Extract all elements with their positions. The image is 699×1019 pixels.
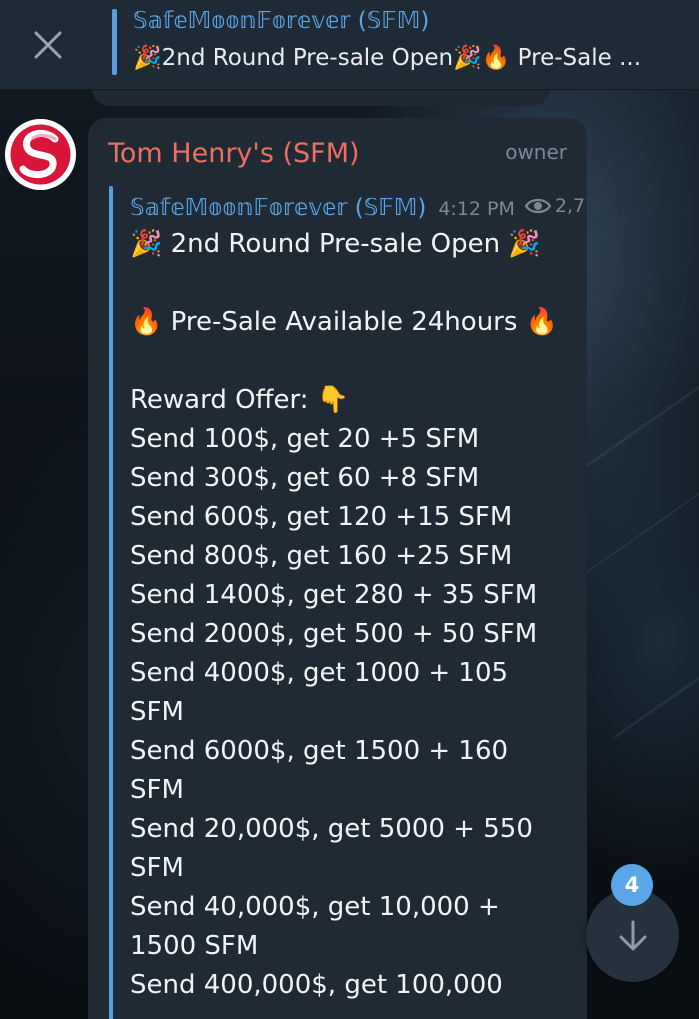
message-line [130, 342, 560, 381]
unread-count-badge: 4 [611, 864, 653, 906]
sfm-logo-icon [5, 119, 76, 190]
message-line: 🔥 Pre-Sale Available 24hours 🔥 [130, 307, 559, 337]
sender-name[interactable]: Tom Henry's (SFM) [108, 138, 360, 169]
message-line: Send 800$, get 160 +25 SFM [130, 541, 513, 571]
pinned-message-bar[interactable]: 𝕊𝕒𝕗𝕖𝕄𝕠𝕠𝕟𝔽𝕠𝕣𝕖𝕧𝕖𝕣 (𝕊𝔽𝕄) 🎉2nd Round Pre-sal… [0, 0, 699, 90]
message-line: Send 4000$, get 1000 + 105 SFM [130, 658, 509, 727]
arrow-down-icon [619, 920, 646, 950]
message-line: Send 600$, get 120 +15 SFM [130, 502, 513, 532]
eye-icon [524, 198, 551, 214]
message-line: Send 300$, get 60 +8 SFM [130, 463, 480, 493]
forward-header: 𝕊𝕒𝕗𝕖𝕄𝕠𝕠𝕟𝔽𝕠𝕣𝕖𝕧𝕖𝕣 (𝕊𝔽𝕄) 4:12 PM 2,774 [130, 195, 587, 221]
message-line: Reward Offer: 👇 [130, 385, 350, 415]
message-line: Send 1400$, get 280 + 35 SFM [130, 580, 538, 610]
view-count: 2,774 [524, 195, 587, 217]
message-line: 🎉 2nd Round Pre-sale Open 🎉 [130, 229, 541, 259]
message-time: 4:12 PM [438, 198, 515, 220]
message-line: Send 100$, get 20 +5 SFM [130, 424, 480, 454]
forward-accent-bar [109, 186, 113, 1019]
close-icon[interactable] [20, 17, 76, 73]
sender-avatar[interactable] [5, 119, 76, 190]
message-line: Send 40,000$, get 10,000 + 1500 SFM [130, 892, 500, 961]
message-line [130, 264, 560, 303]
message-line: Send 6000$, get 1500 + 160 SFM [130, 736, 509, 805]
message-bubble[interactable]: Tom Henry's (SFM) owner 𝕊𝕒𝕗𝕖𝕄𝕠𝕠𝕟𝔽𝕠𝕣𝕖𝕧𝕖𝕣 … [88, 118, 587, 1019]
pinned-message-preview: 🎉2nd Round Pre-sale Open🎉🔥 Pre-Sale ... [133, 45, 641, 71]
pinned-channel-title: 𝕊𝕒𝕗𝕖𝕄𝕠𝕠𝕟𝔽𝕠𝕣𝕖𝕧𝕖𝕣 (𝕊𝔽𝕄) [133, 8, 430, 34]
view-count-value: 2,774 [554, 195, 587, 217]
message-text: 🎉 2nd Round Pre-sale Open 🎉 🔥 Pre-Sale A… [130, 225, 560, 1005]
forwarded-from-channel[interactable]: 𝕊𝕒𝕗𝕖𝕄𝕠𝕠𝕟𝔽𝕠𝕣𝕖𝕧𝕖𝕣 (𝕊𝔽𝕄) [130, 195, 426, 221]
pinned-accent-bar [112, 9, 117, 75]
message-line: Send 400,000$, get 100,000 [130, 970, 503, 1000]
message-line: Send 2000$, get 500 + 50 SFM [130, 619, 538, 649]
message-line: Send 20,000$, get 5000 + 550 SFM [130, 814, 533, 883]
owner-badge: owner [505, 140, 567, 164]
